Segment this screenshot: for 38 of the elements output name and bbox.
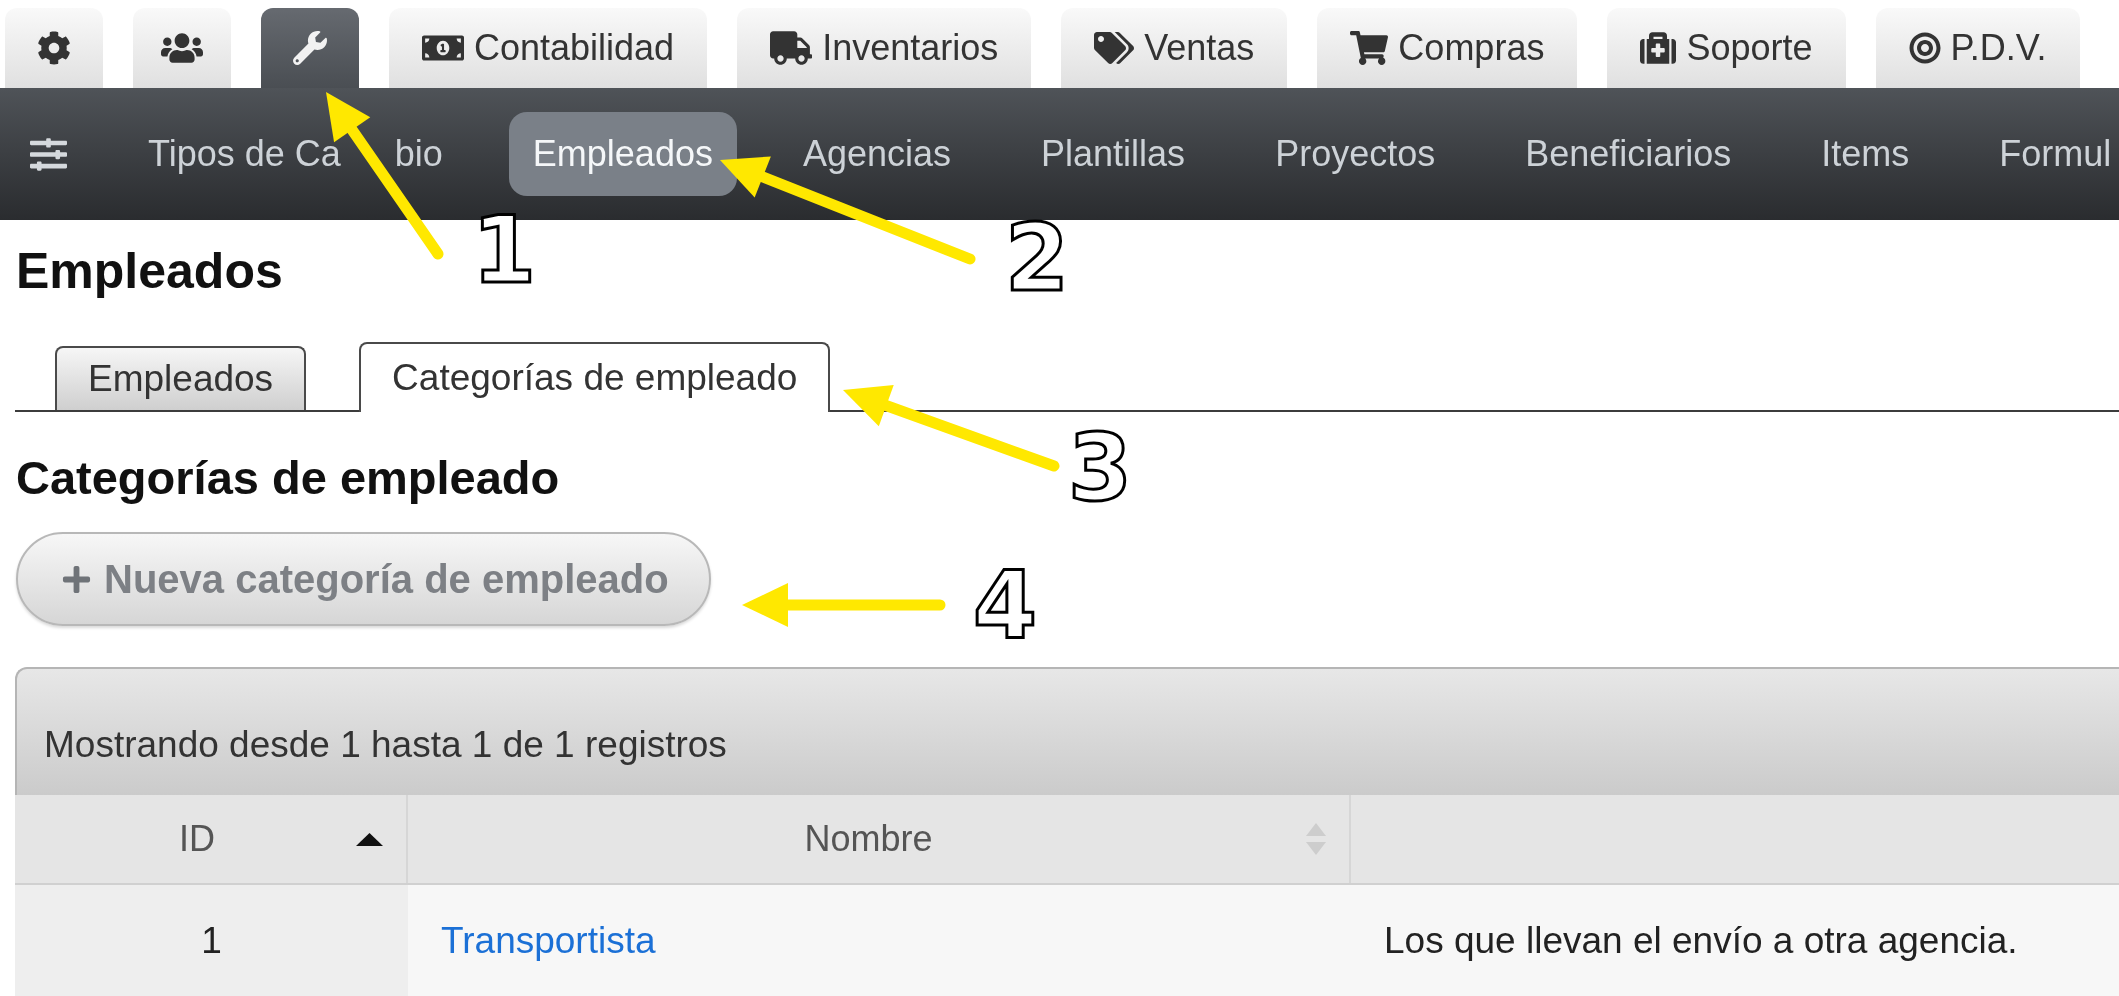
wrench-icon — [293, 31, 327, 65]
nav-link[interactable]: Items — [1797, 112, 1934, 196]
nav-link[interactable]: Plantillas — [1017, 112, 1210, 196]
callout-number: 1 — [472, 205, 536, 297]
module-tab[interactable]: Contabilidad — [389, 8, 708, 88]
callout-number: 2 — [1005, 213, 1069, 305]
callout-number: 3 — [1068, 423, 1132, 515]
section-title: Categorías de empleado — [16, 451, 560, 505]
module-tab[interactable]: Soporte — [1607, 8, 1846, 88]
column-header[interactable]: Nombre — [408, 795, 1351, 883]
cart-icon — [1350, 29, 1389, 67]
callout-number: 4 — [973, 560, 1037, 652]
sub-tab[interactable]: Categorías de empleado — [359, 342, 831, 412]
column-header[interactable]: ID — [15, 795, 408, 883]
module-tab[interactable]: P.D.V. — [1875, 8, 2080, 88]
target-icon — [1908, 32, 1941, 64]
nav-link[interactable]: Proyectos — [1251, 112, 1460, 196]
nav-link[interactable]: Empleados — [508, 112, 737, 196]
page-title: Empleados — [16, 242, 283, 300]
module-tab[interactable]: Inventarios — [737, 8, 1032, 88]
record-link[interactable]: Transportista — [441, 912, 656, 969]
sliders-icon[interactable] — [30, 135, 67, 173]
nav-link[interactable]: Agencias — [778, 112, 976, 196]
module-tab[interactable]: Ventas — [1061, 8, 1288, 88]
nav-link[interactable]: Formul — [1975, 112, 2119, 196]
nav-link[interactable]: Tipos de Ca bio — [124, 112, 467, 196]
medkit-icon — [1640, 30, 1677, 66]
module-tab[interactable]: Compras — [1317, 8, 1578, 88]
module-tab[interactable] — [261, 8, 359, 88]
table-cell: Los que llevan el envío a otra agencia. — [1351, 885, 2119, 996]
records-info: Mostrando desde 1 hasta 1 de 1 registros — [44, 723, 727, 767]
plus-icon — [61, 563, 92, 595]
table-cell: 1 — [15, 885, 408, 996]
sub-tab[interactable]: Empleados — [55, 346, 307, 410]
gear-icon — [37, 31, 71, 65]
nav-link[interactable]: Beneficiarios — [1501, 112, 1756, 196]
module-tab[interactable] — [5, 8, 103, 88]
module-tab[interactable] — [133, 8, 231, 88]
